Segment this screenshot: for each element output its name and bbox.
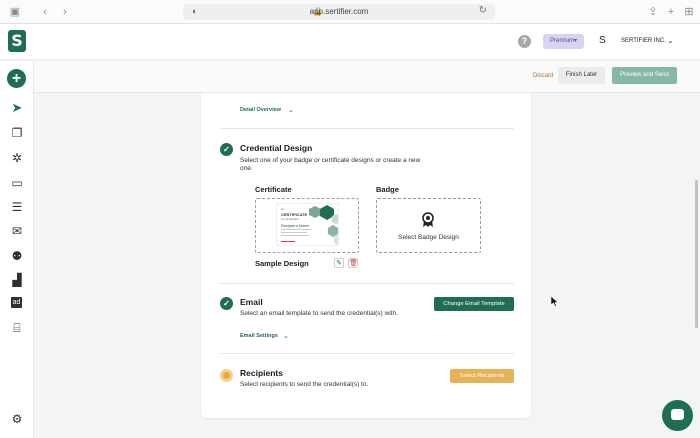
finish-later-button[interactable]: Finish Later [558,67,605,84]
tab-overview-icon[interactable]: ⊞ [682,5,696,19]
credential-design-title: Credential Design [240,143,313,153]
settings-icon[interactable]: ⚙ [9,412,25,426]
email-description: Select an email template to send the cre… [240,310,398,317]
discard-button[interactable]: Discard [533,73,553,79]
sertifier-logo[interactable]: S [8,30,26,52]
copy-icon[interactable]: ❐ [9,126,25,140]
award-icon [422,212,434,227]
thumbnail-recipient: Recipient Name [281,223,310,228]
detail-overview-toggle[interactable]: Detail Overview [240,107,281,113]
browser-toolbar: ▣ ‹ › ◐ 🔒 app.sertifier.com ↻ ⇪ + ⊞ [0,0,700,24]
change-email-template-button[interactable]: Change Email Template [434,297,514,311]
chevron-down-icon[interactable]: ⌄ [288,106,294,114]
certificate-thumbnail[interactable]: ▪▪▪ CERTIFICATE of completion Recipient … [276,203,339,246]
step-pending-icon [220,369,233,382]
divider [220,283,514,284]
scrollbar-thumb[interactable] [695,180,698,328]
users-icon[interactable]: ⚉ [9,249,25,263]
chevron-down-icon[interactable]: ⌄ [283,332,289,340]
app-header [0,24,700,60]
certificate-label: Certificate [255,185,292,194]
ad-icon[interactable]: ad [11,297,22,308]
thumbnail-line [281,235,309,236]
premium-dropdown[interactable]: Premium▾ [543,34,584,49]
plus-icon[interactable]: + [7,69,26,88]
org-avatar[interactable]: S [599,35,606,46]
gift-icon[interactable]: ⌸ [9,321,25,335]
back-icon[interactable]: ‹ [38,5,52,19]
new-tab-icon[interactable]: + [664,5,678,19]
address-bar[interactable]: ◐ 🔒 app.sertifier.com ↻ [183,4,495,20]
badge-label: Badge [376,185,399,194]
url-text: app.sertifier.com [309,7,369,16]
bar-chart-icon[interactable]: ▟ [9,273,25,287]
chevron-down-icon[interactable]: ⌄ [667,36,674,45]
premium-label: Premium [549,38,574,44]
sidebar-toggle-icon[interactable]: ▣ [8,5,22,19]
thumbnail-line [281,232,307,233]
org-name[interactable]: SERTIFIER INC. [621,38,666,44]
thumbnail-signature [281,241,295,242]
list-icon[interactable]: ☰ [9,200,25,214]
thumbnail-hexagons [309,205,338,245]
chat-support-button[interactable] [662,400,693,431]
divider [220,128,514,129]
recipients-title: Recipients [240,368,283,378]
thumbnail-subheading: of completion [281,217,299,221]
send-icon[interactable]: ➤ [9,101,25,115]
thumbnail-brand: ▪▪▪ [281,207,285,211]
divider [220,353,514,354]
select-badge-design-label[interactable]: Select Badge Design [376,234,481,241]
trash-icon[interactable]: 🗑 [348,258,358,268]
email-settings-toggle[interactable]: Email Settings [240,333,278,339]
reload-icon[interactable]: ↻ [479,5,487,16]
edit-icon[interactable]: ✎ [334,258,344,268]
recipients-description: Select recipients to send the credential… [240,381,369,388]
sample-design-name: Sample Design [255,259,309,268]
preview-and-send-button[interactable]: Preview and Send [612,67,677,84]
email-title: Email [240,297,263,307]
credential-design-description: Select one of your badge or certificate … [240,157,421,172]
share-icon[interactable]: ⇪ [646,5,660,19]
monitor-icon[interactable]: ▭ [9,176,25,190]
mail-icon[interactable]: ✉ [9,224,25,238]
select-recipients-button[interactable]: Select Recipients [450,369,514,383]
help-icon[interactable]: ? [518,35,531,48]
chevron-down-icon: ▾ [574,38,578,44]
chat-bubble-icon [671,409,684,420]
forward-icon[interactable]: › [58,5,72,19]
gear-puzzle-icon[interactable]: ✲ [9,151,25,165]
mouse-cursor-icon [551,296,559,307]
step-complete-icon: ✓ [220,297,233,310]
step-complete-icon: ✓ [220,143,233,156]
